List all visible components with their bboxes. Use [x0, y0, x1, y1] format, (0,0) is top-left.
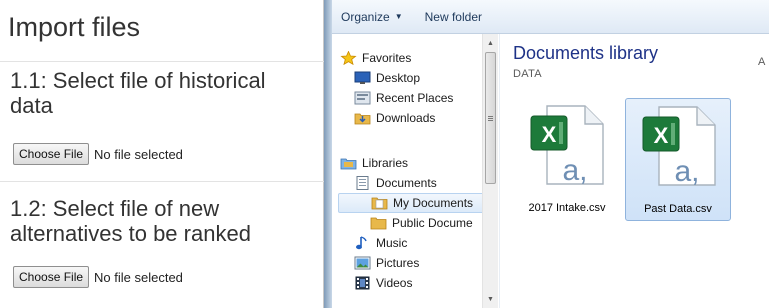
historical-file-picker: Choose File No file selected — [13, 142, 183, 166]
nav-label: Music — [376, 236, 408, 250]
downloads-folder-icon — [354, 113, 371, 125]
videos-icon — [355, 276, 370, 290]
organize-menu-button[interactable]: Organize ▼ — [341, 6, 403, 28]
file-item-past-data[interactable]: X a, Past Data.csv — [625, 98, 731, 221]
nav-label: Favorites — [362, 51, 412, 65]
file-name-label: 2017 Intake.csv — [528, 202, 606, 214]
nav-label: Libraries — [362, 156, 409, 170]
file-item-2017-intake[interactable]: X a, 2017 Intake.csv — [514, 98, 620, 221]
svg-text:a,: a, — [674, 155, 699, 187]
nav-label: Recent Places — [376, 91, 454, 105]
excel-csv-icon: X a, — [642, 106, 716, 187]
desktop-icon — [354, 71, 371, 84]
new-alternatives-file-picker: Choose File No file selected — [13, 265, 183, 289]
nav-item-pictures[interactable]: Pictures — [354, 253, 419, 273]
thumb-grip — [488, 116, 493, 117]
historical-file-status: No file selected — [94, 146, 183, 162]
pictures-icon — [354, 256, 371, 270]
file-open-dialog: Organize ▼ New folder Favorites Desktop — [324, 0, 769, 308]
nav-label: Downloads — [376, 111, 436, 125]
new-folder-button[interactable]: New folder — [425, 6, 482, 28]
organize-label: Organize — [341, 9, 390, 24]
nav-item-music[interactable]: Music — [354, 233, 407, 253]
nav-label: Desktop — [376, 71, 421, 85]
thumb-grip — [488, 118, 493, 119]
nav-item-documents[interactable]: Documents — [354, 173, 437, 193]
library-title: Documents library — [513, 43, 659, 63]
svg-text:X: X — [542, 122, 557, 147]
nav-item-public-documents[interactable]: Public Docume — [370, 213, 473, 233]
svg-text:a,: a, — [562, 154, 587, 186]
star-icon — [340, 51, 357, 65]
nav-scrollbar[interactable]: ▲ ▼ — [482, 34, 498, 308]
documents-icon — [356, 176, 369, 190]
choose-historical-file-button[interactable]: Choose File — [13, 143, 90, 165]
nav-item-libraries[interactable]: Libraries — [340, 153, 408, 173]
section-historical-heading: 1.1: Select file of historical data — [10, 68, 266, 118]
scroll-down-arrow-icon[interactable]: ▼ — [483, 292, 498, 306]
nav-item-desktop[interactable]: Desktop — [354, 68, 420, 88]
choose-new-alternatives-file-button[interactable]: Choose File — [13, 266, 90, 288]
nav-item-my-documents[interactable]: My Documents — [338, 193, 484, 213]
libraries-icon — [340, 158, 357, 170]
new-alternatives-file-status: No file selected — [94, 269, 183, 285]
svg-text:X: X — [654, 123, 669, 148]
section-divider — [0, 181, 324, 182]
title-divider — [0, 61, 324, 62]
file-name-label: Past Data.csv — [644, 203, 712, 215]
scroll-up-arrow-icon[interactable]: ▲ — [483, 36, 498, 50]
import-files-panel: Import files 1.1: Select file of histori… — [0, 0, 324, 308]
page-title: Import files — [8, 12, 141, 42]
nav-label: Pictures — [376, 256, 420, 270]
nav-item-recent-places[interactable]: Recent Places — [354, 88, 453, 108]
scroll-thumb[interactable] — [485, 52, 496, 184]
nav-label: Videos — [376, 276, 413, 290]
thumb-grip — [488, 120, 493, 121]
section-new-alternatives-heading: 1.2: Select file of new alternatives to … — [10, 196, 251, 246]
nav-label: My Documents — [393, 196, 474, 210]
excel-csv-icon: X a, — [530, 105, 604, 186]
library-subtitle: DATA — [513, 68, 542, 80]
nav-label: Documents — [376, 176, 437, 190]
nav-label: Public Docume — [392, 216, 473, 230]
folder-icon — [371, 197, 388, 210]
arrange-by-label[interactable]: A — [758, 56, 765, 68]
explorer-toolbar: Organize ▼ New folder — [332, 0, 769, 34]
dropdown-arrow-icon: ▼ — [394, 12, 403, 21]
folder-icon — [370, 217, 387, 230]
file-content-pane: Documents library DATA A X a, 2017 Intak… — [499, 34, 769, 308]
nav-item-favorites[interactable]: Favorites — [340, 48, 411, 68]
nav-item-videos[interactable]: Videos — [354, 273, 412, 293]
window-frame-edge — [324, 0, 332, 308]
music-icon — [356, 236, 367, 250]
navigation-pane: Favorites Desktop Recent Places Download… — [332, 34, 498, 308]
recent-places-icon — [354, 91, 371, 105]
nav-item-downloads[interactable]: Downloads — [354, 108, 435, 128]
